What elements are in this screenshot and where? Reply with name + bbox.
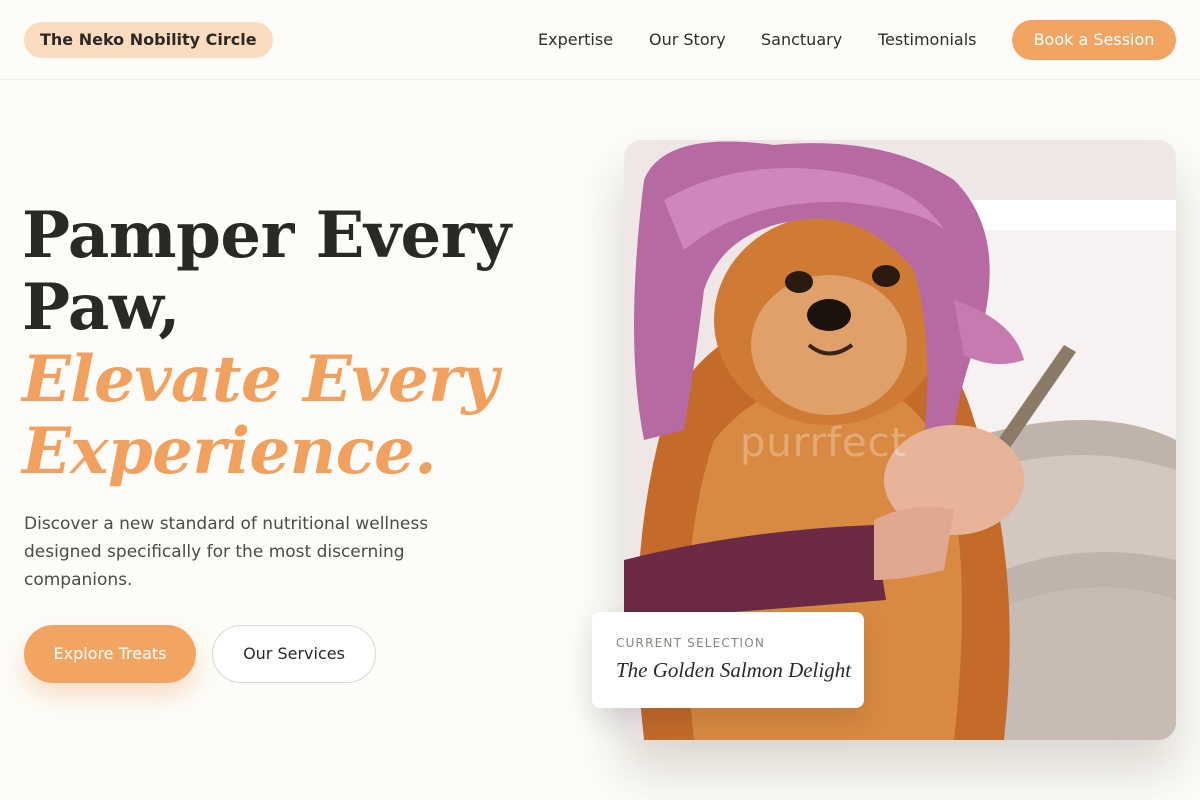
hero-title-line: Pamper Every: [22, 198, 511, 273]
current-selection-card[interactable]: CURRENT SELECTION The Golden Salmon Deli…: [592, 612, 864, 708]
hero-title-accent-line: Elevate Every: [22, 342, 499, 417]
nav-link-sanctuary[interactable]: Sanctuary: [761, 28, 842, 52]
nav-link-testimonials[interactable]: Testimonials: [878, 28, 977, 52]
brand-logo[interactable]: The Neko Nobility Circle: [24, 22, 273, 58]
card-label: CURRENT SELECTION: [616, 636, 766, 650]
our-services-button[interactable]: Our Services: [212, 625, 376, 683]
explore-treats-button[interactable]: Explore Treats: [24, 625, 196, 683]
hero-title-accent-line: Experience.: [22, 414, 437, 489]
hero-title: Pamper Every Paw, Elevate Every Experien…: [22, 200, 582, 488]
site-header: The Neko Nobility Circle Expertise Our S…: [0, 0, 1200, 80]
nav-link-expertise[interactable]: Expertise: [538, 28, 613, 52]
nav-link-our-story[interactable]: Our Story: [649, 28, 726, 52]
hero-description: Discover a new standard of nutritional w…: [24, 514, 429, 590]
card-title: The Golden Salmon Delight: [616, 658, 852, 682]
hero-title-line: Paw,: [22, 270, 181, 345]
image-watermark: purrfect: [740, 420, 908, 466]
book-session-button[interactable]: Book a Session: [1012, 20, 1176, 60]
